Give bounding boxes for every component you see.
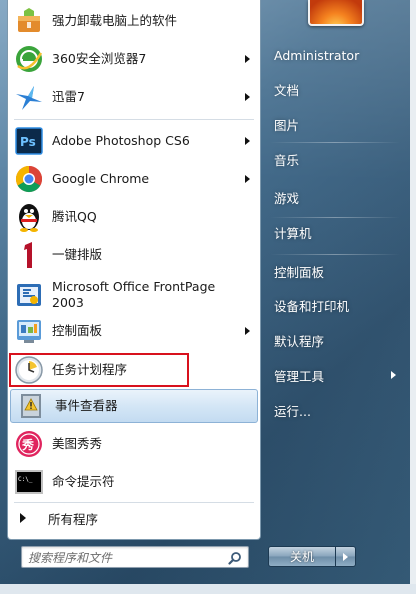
- control-panel-icon: [13, 315, 45, 347]
- event-viewer-icon: [16, 390, 48, 422]
- right-item-run[interactable]: 运行...: [264, 395, 410, 425]
- cmd-prompt-icon: C:\_: [13, 466, 45, 498]
- right-item-label: 文档: [274, 82, 300, 98]
- program-label: 迅雷7: [52, 89, 85, 104]
- program-item-meitu[interactable]: 秀 美图秀秀: [8, 425, 260, 463]
- right-item-administrator[interactable]: Administrator: [264, 40, 410, 70]
- shutdown-label: 关机: [289, 550, 314, 564]
- program-label: 一键排版: [52, 247, 103, 262]
- separator: [270, 142, 400, 143]
- program-item-qq[interactable]: 腾讯QQ: [8, 198, 260, 236]
- desktop-edge: [410, 0, 416, 594]
- programs-panel: 强力卸载电脑上的软件 360安全浏览器7 迅雷7 Ps Adobe Photos…: [7, 0, 261, 540]
- submenu-arrow-icon: [391, 371, 396, 379]
- search-area: [7, 540, 261, 580]
- right-item-default-programs[interactable]: 默认程序: [264, 325, 410, 355]
- search-icon[interactable]: [228, 550, 242, 569]
- submenu-arrow-icon: [245, 55, 250, 63]
- right-item-label: Administrator: [274, 47, 360, 63]
- program-label: 美图秀秀: [52, 436, 103, 451]
- program-label: 360安全浏览器7: [52, 51, 147, 66]
- right-item-games[interactable]: 游戏: [264, 182, 410, 212]
- program-item-yijian[interactable]: 一键排版: [8, 236, 260, 274]
- annotation-highlight-box: [9, 353, 189, 387]
- program-label: Microsoft Office FrontPage 2003: [52, 279, 216, 310]
- program-item-cmd[interactable]: C:\_ 命令提示符: [8, 463, 260, 501]
- number-one-icon: [13, 239, 45, 271]
- separator: [14, 119, 254, 120]
- program-label: 腾讯QQ: [52, 209, 97, 224]
- expand-arrow-icon: [20, 513, 26, 523]
- photoshop-icon: Ps: [13, 125, 45, 157]
- right-item-pictures[interactable]: 图片: [264, 109, 410, 139]
- program-item-frontpage[interactable]: Microsoft Office FrontPage 2003: [8, 273, 260, 317]
- program-label: 事件查看器: [55, 398, 118, 413]
- right-item-label: 管理工具: [274, 368, 325, 384]
- 360-browser-icon: [13, 43, 45, 75]
- right-item-computer[interactable]: 计算机: [264, 217, 410, 247]
- right-item-label: 音乐: [274, 152, 300, 168]
- all-programs-button[interactable]: 所有程序: [8, 505, 260, 531]
- all-programs-label: 所有程序: [48, 511, 99, 527]
- shutdown-options-button[interactable]: [336, 546, 356, 567]
- separator: [270, 217, 400, 218]
- right-item-label: 计算机: [274, 225, 312, 241]
- right-item-label: 设备和打印机: [274, 298, 350, 314]
- uninstall-box-icon: [13, 5, 45, 37]
- program-label: Adobe Photoshop CS6: [52, 133, 190, 148]
- right-item-control-panel[interactable]: 控制面板: [264, 256, 410, 286]
- submenu-arrow-icon: [245, 327, 250, 335]
- search-box[interactable]: [21, 546, 249, 568]
- program-label: 强力卸载电脑上的软件: [52, 13, 178, 28]
- thunder-bird-icon: [13, 81, 45, 113]
- svg-text:Ps: Ps: [20, 135, 36, 149]
- separator: [270, 254, 400, 255]
- right-item-label: 运行...: [274, 403, 311, 419]
- svg-text:C:\_: C:\_: [18, 476, 33, 483]
- right-item-label: 控制面板: [274, 264, 325, 280]
- right-item-label: 默认程序: [274, 333, 325, 349]
- program-item-photoshop[interactable]: Ps Adobe Photoshop CS6: [8, 122, 260, 160]
- user-avatar[interactable]: [308, 0, 364, 26]
- desktop-strip: [0, 584, 416, 594]
- svg-text:秀: 秀: [21, 437, 35, 452]
- chevron-right-icon: [343, 552, 348, 561]
- right-item-music[interactable]: 音乐: [264, 144, 410, 174]
- program-item-control-panel[interactable]: 控制面板: [8, 312, 260, 350]
- program-label: 控制面板: [52, 323, 103, 338]
- shutdown-button[interactable]: 关机: [268, 546, 336, 567]
- right-item-label: 游戏: [274, 190, 300, 206]
- search-input[interactable]: [22, 548, 217, 568]
- program-label: Google Chrome: [52, 171, 150, 186]
- program-item-chrome[interactable]: Google Chrome: [8, 160, 260, 198]
- qq-penguin-icon: [13, 201, 45, 233]
- right-item-admin-tools[interactable]: 管理工具: [264, 360, 410, 390]
- program-item-360-browser[interactable]: 360安全浏览器7: [8, 40, 260, 78]
- submenu-arrow-icon: [245, 93, 250, 101]
- right-item-devices-printers[interactable]: 设备和打印机: [264, 290, 410, 320]
- right-item-documents[interactable]: 文档: [264, 74, 410, 104]
- meitu-icon: 秀: [13, 428, 45, 460]
- program-item-thunder[interactable]: 迅雷7: [8, 78, 260, 116]
- program-label: 命令提示符: [52, 474, 115, 489]
- frontpage-icon: [13, 279, 45, 311]
- program-item-event-viewer[interactable]: 事件查看器: [10, 389, 258, 423]
- program-item-uninstall[interactable]: 强力卸载电脑上的软件: [8, 2, 260, 40]
- separator: [14, 502, 254, 503]
- chrome-icon: [13, 163, 45, 195]
- submenu-arrow-icon: [245, 175, 250, 183]
- submenu-arrow-icon: [245, 137, 250, 145]
- right-item-label: 图片: [274, 117, 300, 133]
